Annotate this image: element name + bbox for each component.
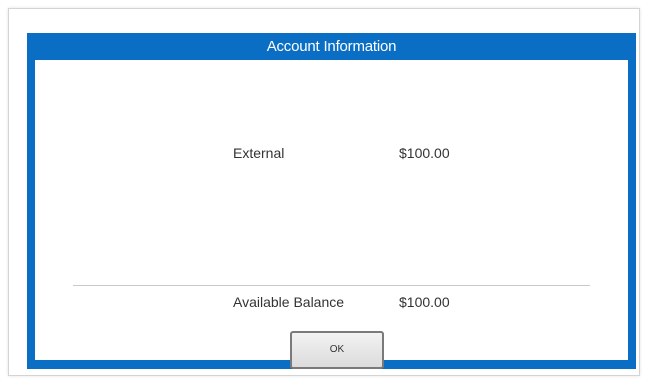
available-balance-amount: $100.00 [399,294,450,310]
available-balance-label: Available Balance [233,294,345,310]
external-amount: $100.00 [399,145,450,161]
account-information-dialog: Account Information External $100.00 Ava… [27,33,636,369]
divider [73,285,590,286]
dialog-body: External $100.00 Available Balance $100.… [35,60,628,369]
dialog-title: Account Information [266,38,397,55]
external-label: External [233,145,285,161]
ok-button[interactable]: OK [290,331,384,369]
